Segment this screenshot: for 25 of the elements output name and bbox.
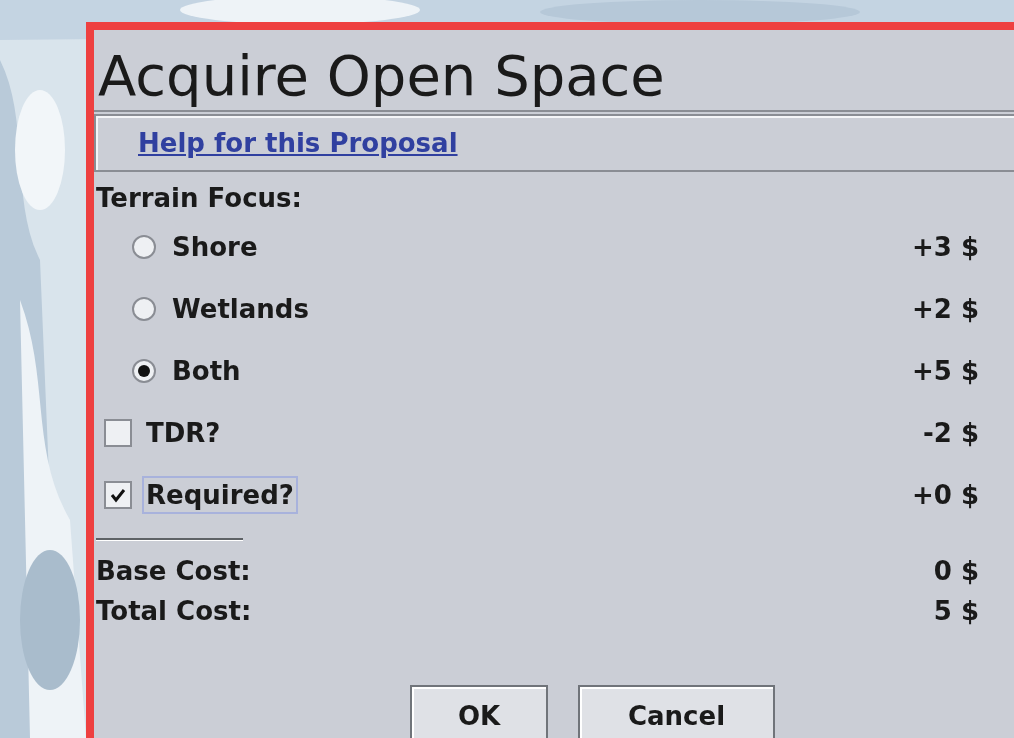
checkbox[interactable] (104, 419, 132, 447)
cost-value: +5 $ (911, 356, 979, 386)
base-cost-label: Base Cost: (96, 556, 251, 586)
total-cost-label: Total Cost: (96, 596, 252, 626)
option-label: Shore (171, 231, 259, 264)
checkbox-label: Required? (142, 476, 298, 514)
help-link[interactable]: Help for this Proposal (138, 128, 458, 158)
cost-value: +3 $ (911, 232, 979, 262)
option-label: Wetlands (171, 293, 310, 326)
ok-button[interactable]: OK (410, 685, 548, 738)
cost-value: -2 $ (922, 418, 979, 448)
window-title: Acquire Open Space (94, 30, 1014, 112)
radio-button[interactable] (132, 235, 156, 259)
radio-button[interactable] (132, 297, 156, 321)
cancel-button[interactable]: Cancel (578, 685, 775, 738)
cost-value: +0 $ (911, 480, 979, 510)
checkbox-label: TDR? (145, 417, 222, 450)
section-label: Terrain Focus: (95, 182, 303, 215)
radio-button[interactable] (132, 359, 156, 383)
checkbox[interactable] (104, 481, 132, 509)
base-cost-value: 0 $ (933, 556, 979, 586)
checkmark-icon (110, 487, 126, 503)
cost-value: +2 $ (911, 294, 979, 324)
option-label: Both (171, 355, 242, 388)
total-cost-value: 5 $ (933, 596, 979, 626)
